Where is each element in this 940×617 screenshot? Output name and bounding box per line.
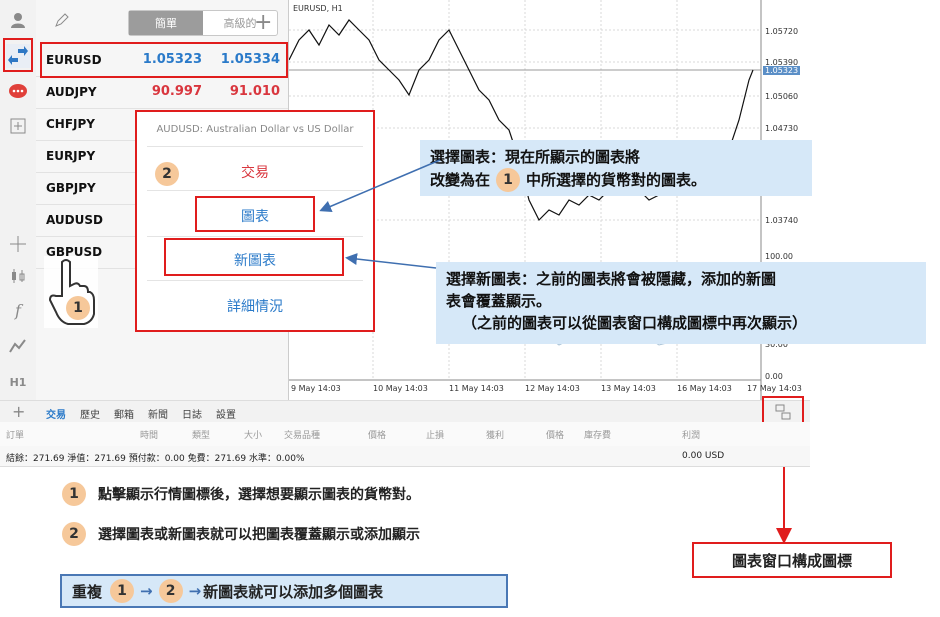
tab-news[interactable]: 新聞 — [148, 406, 168, 421]
tab-trade[interactable]: 交易 — [46, 406, 66, 421]
column-header: 價格 — [368, 431, 387, 441]
note-step-one: 1 點擊顯示行情圖標後，選擇想要顯示圖表的貨幣對。 — [62, 482, 420, 506]
toolbox-tabs: + 交易 歷史 郵箱 新聞 日誌 設置 — [0, 400, 810, 423]
tab-history[interactable]: 歷史 — [80, 406, 100, 421]
account-summary: 結餘：271.69 淨值：271.69 預付款：0.00 免費：271.69 水… — [6, 454, 305, 464]
step-one-marker: 1 — [110, 579, 135, 603]
column-header: 類型 — [192, 431, 211, 441]
column-header: 庫存費 — [584, 431, 612, 441]
tab-settings[interactable]: 設置 — [216, 406, 236, 421]
column-header: 大小 — [244, 431, 263, 441]
tab-journal[interactable]: 日誌 — [182, 406, 202, 421]
account-status-bar: 結餘：271.69 淨值：271.69 預付款：0.00 免費：271.69 水… — [0, 446, 810, 467]
column-header: 止損 — [426, 431, 445, 441]
repeat-banner: 重複 1 → 2 → 新圖表就可以添加多個圖表 — [60, 574, 508, 608]
banner-text: 新圖表就可以添加多個圖表 — [203, 582, 384, 601]
column-header: 利潤 — [682, 431, 701, 441]
note-text: 選擇圖表或新圖表就可以把圖表覆蓋顯示或添加顯示 — [98, 527, 420, 543]
orders-header: 訂單 時間 類型 大小 交易品種 價格 止損 獲利 價格 庫存費 利潤 — [0, 422, 810, 447]
column-header: 交易品種 — [284, 431, 321, 441]
step-two-marker: 2 — [158, 579, 183, 603]
column-header: 價格 — [546, 431, 565, 441]
tab-mailbox[interactable]: 郵箱 — [114, 406, 134, 421]
step-one-marker: 1 — [62, 482, 86, 506]
column-header: 時間 — [140, 431, 159, 441]
column-header: 獲利 — [486, 431, 505, 441]
arrow-right-icon: → — [140, 582, 153, 600]
note-text: 點擊顯示行情圖標後，選擇想要顯示圖表的貨幣對。 — [98, 487, 420, 503]
column-header: 訂單 — [6, 431, 25, 441]
note-step-two: 2 選擇圖表或新圖表就可以把圖表覆蓋顯示或添加顯示 — [62, 522, 420, 546]
step-two-marker: 2 — [62, 522, 86, 546]
add-icon[interactable]: + — [12, 402, 25, 421]
chart-window-label: 圖表窗口構成圖標 — [692, 542, 892, 578]
arrow-right-icon: → — [188, 582, 202, 600]
profit-value: 0.00 USD — [682, 451, 725, 461]
banner-text: 重複 — [72, 582, 103, 601]
